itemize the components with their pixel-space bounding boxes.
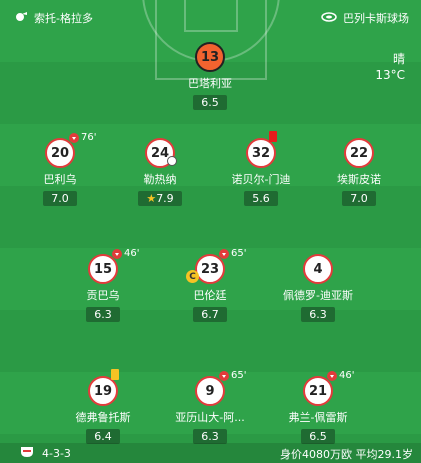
sub-time: 65' [231,248,247,259]
player-rating: 6.3 [86,307,120,322]
lineup-pitch: 索托-格拉多 巴列卡斯球场 晴 13°C 13 巴塔利亚 6.5 20 76' … [0,0,421,463]
sub-out-icon [219,370,229,381]
player-rating: 6.5 [193,95,227,110]
goal-ball-icon [167,156,177,166]
sub-time: 76' [81,132,97,143]
player-forward-1[interactable]: 19 德弗鲁托斯 6.4 [48,369,158,444]
sub-time: 65' [231,370,247,381]
player-defender-3[interactable]: 32 诺贝尔-门迪 5.6 [206,131,316,206]
player-avatar: 32 [246,131,277,168]
player-number: 22 [344,138,374,168]
player-rating: 6.7 [193,307,227,322]
substitution-indicator: 46' [112,248,139,259]
weather-info: 晴 13°C [375,51,405,83]
star-icon: ★ [146,192,157,205]
player-rating: 7.0 [342,191,376,206]
home-team-name[interactable]: 索托-格拉多 [34,10,93,26]
player-rating: 6.4 [86,429,120,444]
player-avatar: 24 [145,138,177,168]
formation-info: 4-3-3 [20,446,71,461]
sub-out-icon [112,248,122,259]
lineup-footer: 4-3-3 身价4080万欧 平均29.1岁 [0,443,421,463]
player-name: 巴塔利亚 [188,77,232,90]
player-name: 勒热纳 [143,173,177,186]
player-goalkeeper[interactable]: 13 巴塔利亚 6.5 [155,42,265,110]
substitution-indicator: 76' [69,132,96,143]
player-number: 4 [303,254,333,284]
player-defender-1[interactable]: 20 76' 巴利乌 7.0 [5,132,115,206]
player-forward-2[interactable]: 9 65' 亚历山大-阿... 6.3 [155,370,265,444]
player-avatar: 21 46' [303,370,354,406]
player-avatar: 23 65' C [186,248,246,284]
player-number: 13 [195,42,225,72]
whistle-icon [14,11,28,26]
stadium-icon [321,11,337,26]
player-name: 巴利乌 [43,173,77,186]
player-midfielder-2[interactable]: 23 65' C 巴伦廷 6.7 [155,248,265,322]
player-rating: 6.5 [301,429,335,444]
player-name: 佩德罗-迪亚斯 [283,289,353,302]
yellow-card-icon [111,369,119,380]
player-avatar: 13 [195,42,225,72]
player-avatar: 19 [88,369,119,406]
sub-out-icon [219,248,229,259]
red-card-icon [269,131,277,142]
substitution-indicator: 65' [219,248,246,259]
player-name: 亚历山大-阿... [175,411,245,424]
team-crest-icon [20,446,34,461]
venue-info: 巴列卡斯球场 [321,10,409,26]
player-number: 32 [246,138,276,168]
player-number: 19 [88,376,118,406]
player-avatar: 4 [303,254,333,284]
substitution-indicator: 46' [327,370,354,381]
player-rating: 6.3 [301,307,335,322]
player-rating: 7.0 [43,191,77,206]
player-midfielder-1[interactable]: 15 46' 贡巴乌 6.3 [48,248,158,322]
home-team-info: 索托-格拉多 [14,10,93,26]
player-defender-4[interactable]: 22 埃斯皮诺 7.0 [304,138,414,206]
substitution-indicator: 65' [219,370,246,381]
sub-time: 46' [339,370,355,381]
player-avatar: 15 46' [88,248,139,284]
weather-condition: 晴 [392,52,405,66]
formation-label: 4-3-3 [42,447,71,460]
sub-time: 46' [124,248,140,259]
player-midfielder-3[interactable]: 4 佩德罗-迪亚斯 6.3 [263,254,373,322]
player-forward-3[interactable]: 21 46' 弗兰-佩雷斯 6.5 [263,370,373,444]
player-rating: 6.3 [193,429,227,444]
sub-out-icon [69,132,79,143]
player-name: 贡巴乌 [86,289,120,302]
player-rating-value: 7.9 [156,192,174,205]
player-name: 德弗鲁托斯 [75,411,131,424]
player-defender-2[interactable]: 24 勒热纳 ★7.9 [105,138,215,206]
player-name: 埃斯皮诺 [337,173,381,186]
player-rating: 5.6 [244,191,278,206]
player-avatar: 22 [344,138,374,168]
match-header: 索托-格拉多 巴列卡斯球场 [0,8,421,28]
player-rating: ★7.9 [138,191,182,206]
player-name: 诺贝尔-门迪 [231,173,291,186]
venue-name[interactable]: 巴列卡斯球场 [343,10,409,26]
weather-temperature: 13°C [375,68,405,82]
player-avatar: 20 76' [45,132,96,168]
player-name: 弗兰-佩雷斯 [288,411,348,424]
player-avatar: 9 65' [195,370,246,406]
player-name: 巴伦廷 [193,289,227,302]
captain-badge: C [186,270,199,283]
team-stats: 身价4080万欧 平均29.1岁 [280,448,413,461]
sub-out-icon [327,370,337,381]
